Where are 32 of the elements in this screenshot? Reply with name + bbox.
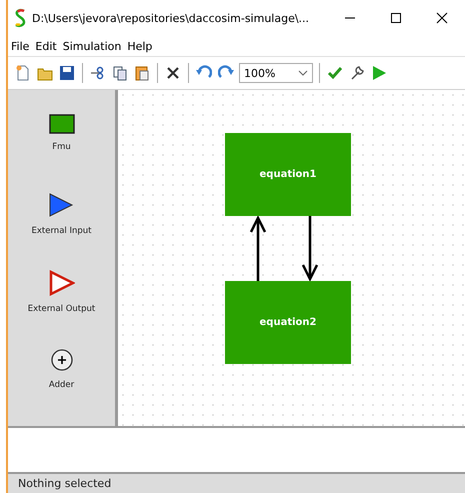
checkmark-icon[interactable]	[327, 65, 343, 81]
menu-item[interactable]: Help	[127, 40, 152, 52]
palette-label[interactable]: Fmu	[52, 142, 71, 152]
menu-item[interactable]: File	[11, 40, 30, 52]
menu-item[interactable]: Edit	[35, 40, 57, 52]
redo-icon[interactable]	[218, 65, 234, 81]
palette-label[interactable]: External Input	[32, 226, 92, 236]
maximize-icon	[390, 12, 402, 24]
palette-label[interactable]: External Output	[28, 304, 96, 314]
triangle-outline-icon	[48, 270, 74, 296]
new-file-icon[interactable]	[15, 65, 31, 81]
scissors-icon[interactable]	[90, 65, 106, 81]
window-title: D:\Users\jevora\repositories\daccosim-simulage\...	[32, 12, 310, 24]
arrow-down	[301, 216, 319, 281]
app-logo-icon	[14, 8, 26, 28]
wrench-icon[interactable]	[349, 65, 365, 81]
palette-label[interactable]: Adder	[48, 380, 74, 390]
menu-item[interactable]: Simulation	[62, 40, 122, 52]
undo-icon[interactable]	[196, 65, 212, 81]
close-icon	[436, 12, 448, 24]
zoom-dropdown[interactable]: 100%	[239, 63, 313, 83]
block-icon	[48, 114, 74, 134]
delete-icon[interactable]	[165, 65, 181, 81]
triangle-icon	[48, 192, 74, 218]
save-icon[interactable]	[59, 65, 75, 81]
play-icon[interactable]	[371, 65, 387, 81]
clipboard-icon[interactable]	[134, 65, 150, 81]
plus-circle-icon	[50, 348, 74, 372]
arrow-up	[249, 216, 267, 281]
status-text: Nothing selected	[18, 477, 112, 490]
caret-icon	[298, 70, 308, 76]
copy-icon[interactable]	[112, 65, 128, 81]
